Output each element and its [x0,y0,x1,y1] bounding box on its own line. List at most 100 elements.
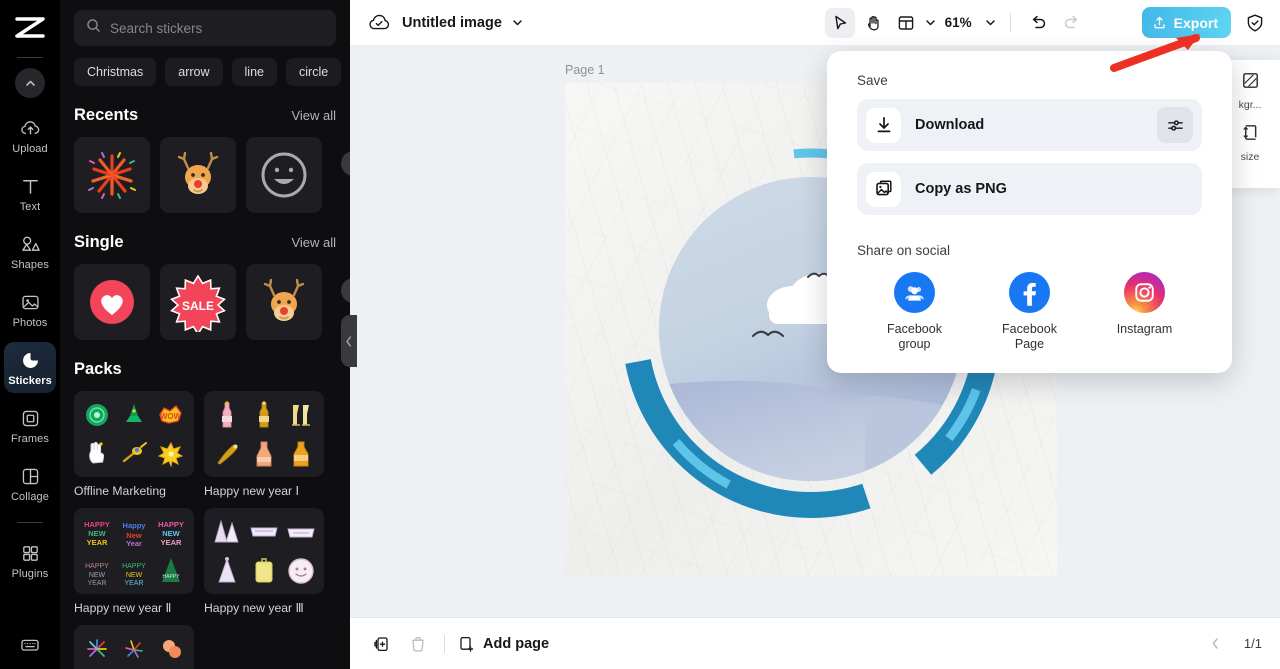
cloud-saved-icon[interactable] [368,12,390,34]
pack-sticker [119,633,149,665]
pack-sticker [212,399,242,431]
sidebar-item-upload[interactable]: Upload [4,110,56,161]
duplicate-page-icon[interactable] [368,630,396,658]
share-facebook-group[interactable]: Facebook group [857,272,972,351]
single-next-button[interactable] [341,278,350,303]
export-button[interactable]: Export [1141,7,1231,38]
view-all-single[interactable]: View all [291,235,336,250]
upload-cloud-icon [19,117,41,139]
svg-text:HAPPY: HAPPY [85,563,109,570]
shapes-icon [19,233,41,255]
recents-next-button[interactable] [341,151,350,176]
rail-collapse-button[interactable] [15,68,45,98]
sidebar-item-label: Plugins [11,568,49,580]
download-row[interactable]: Download [857,99,1202,151]
share-facebook-page[interactable]: Facebook Page [972,272,1087,351]
pack-sticker [119,399,149,431]
pack-sticker: HAPPY NEW YEAR [119,555,149,587]
search-box[interactable] [74,10,336,46]
chip-arrow[interactable]: arrow [165,58,223,86]
layout-grid-tool[interactable] [891,8,921,38]
cursor-select-tool[interactable] [824,7,855,38]
pack-item[interactable]: Happy new year Ⅲ [204,508,324,615]
share-instagram[interactable]: Instagram [1087,272,1202,351]
pack-thumbnail: HAPPY NEW YEAR Happy New Year HAPPY NEW YEAR H… [74,508,194,594]
svg-text:HAPPY: HAPPY [158,520,184,529]
chip-line[interactable]: line [231,58,277,86]
pack-sticker: HAPPY NEW YEAR [156,516,186,548]
sticker-tile[interactable] [74,264,150,340]
view-all-recents[interactable]: View all [291,108,336,123]
pack-sticker [156,438,186,470]
recents-row [60,125,350,213]
pack-thumbnail [74,625,194,669]
sidebar-item-stickers[interactable]: Stickers [4,342,56,393]
pack-sticker [212,516,242,548]
sticker-tile[interactable]: SALE [160,264,236,340]
pack-sticker [82,633,112,665]
sidebar-item-label: Shapes [11,259,49,271]
section-packs-header: Packs [60,340,350,379]
pack-item[interactable] [74,625,194,669]
packs-grid: WOW Offline Marketing Happy new year Ⅰ H… [60,379,350,669]
pack-sticker [249,555,279,587]
zoom-level[interactable]: 61% [945,15,972,30]
sidebar-item-photos[interactable]: Photos [4,284,56,335]
sidebar-item-text[interactable]: Text [4,168,56,219]
prev-page-button[interactable] [1202,630,1230,658]
trash-icon[interactable] [404,630,432,658]
search-input[interactable] [110,20,324,36]
settings-sliders-icon[interactable] [1157,107,1193,143]
layout-chevron-down-icon[interactable] [924,16,937,29]
document-title[interactable]: Untitled image [402,15,502,31]
chip-circle[interactable]: circle [286,58,342,86]
keyboard-icon[interactable] [19,634,41,661]
sidebar-item-collage[interactable]: Collage [4,458,56,509]
redo-button[interactable] [1057,8,1087,38]
pack-sticker: HAPPY NEW YEAR [82,516,112,548]
add-page-button[interactable]: Add page [457,635,549,653]
search-container [60,0,350,46]
search-icon [86,18,101,38]
copy-image-icon [866,171,901,207]
pack-sticker [286,399,316,431]
svg-text:HAPPY: HAPPY [84,520,110,529]
copy-as-png-row[interactable]: Copy as PNG [857,163,1202,215]
section-title: Packs [74,360,122,378]
capcut-logo[interactable] [11,14,49,44]
hand-pan-tool[interactable] [858,8,888,38]
pack-item[interactable]: Happy new year Ⅰ [204,391,324,498]
pack-item[interactable]: HAPPY NEW YEAR Happy New Year HAPPY NEW YEAR H… [74,508,194,615]
svg-text:YEAR: YEAR [161,538,182,547]
sticker-tile[interactable] [246,137,322,213]
sidebar-item-label: Text [19,201,41,213]
sticker-tile[interactable] [160,137,236,213]
pack-sticker [119,438,149,470]
panel-collapse-handle[interactable] [341,315,357,367]
export-dropdown-menu: Save Download Copy as PNG Share on socia… [827,51,1232,373]
pack-sticker: HAPPY [156,555,186,587]
toolbar-divider [1009,13,1011,32]
svg-text:NEW: NEW [88,529,106,538]
pack-sticker [212,555,242,587]
background-icon [1240,70,1261,96]
pack-sticker [212,438,242,470]
facebook-group-label: Facebook group [887,322,942,351]
pack-item[interactable]: WOW Offline Marketing [74,391,194,498]
svg-text:YEAR: YEAR [87,580,106,586]
zoom-chevron-down-icon[interactable] [984,16,997,29]
download-label: Download [915,117,985,133]
svg-text:YEAR: YEAR [124,580,143,586]
shield-check-icon[interactable] [1240,8,1270,38]
sticker-tile[interactable] [246,264,322,340]
sticker-tile[interactable] [74,137,150,213]
sidebar-item-label: Photos [12,317,48,329]
sidebar-item-plugins[interactable]: Plugins [4,535,56,586]
chip-christmas[interactable]: Christmas [74,58,157,86]
undo-button[interactable] [1024,8,1054,38]
sidebar-item-shapes[interactable]: Shapes [4,226,56,277]
pack-name: Happy new year Ⅲ [204,601,304,615]
share-section-label: Share on social [857,243,951,258]
sidebar-item-frames[interactable]: Frames [4,400,56,451]
title-chevron-down-icon[interactable] [511,16,524,29]
